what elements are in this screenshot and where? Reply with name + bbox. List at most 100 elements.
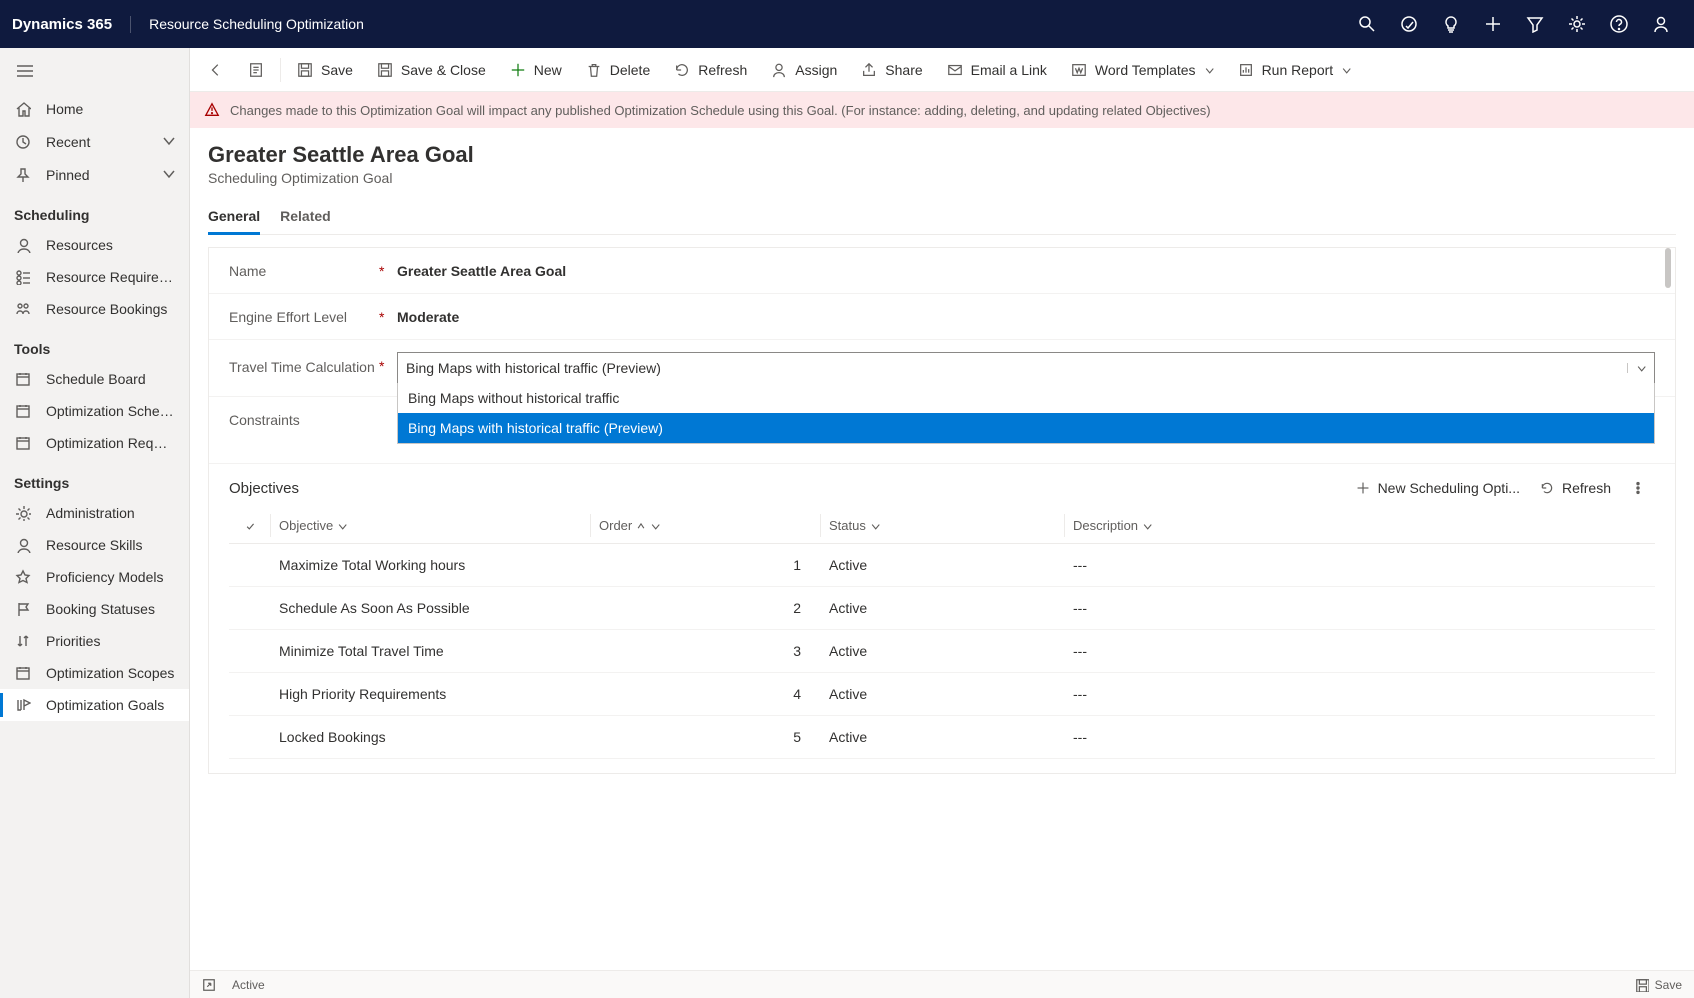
email-link-button[interactable]: Email a Link <box>937 56 1057 84</box>
nav-recent[interactable]: Recent <box>0 125 189 158</box>
chevron-down-icon <box>1204 62 1214 78</box>
cell-status: Active <box>821 725 1065 749</box>
nav-pinned[interactable]: Pinned <box>0 158 189 191</box>
nav-group-settings: Settings <box>0 459 189 497</box>
brand[interactable]: Dynamics 365 <box>12 16 131 33</box>
banner-text: Changes made to this Optimization Goal w… <box>230 103 1211 118</box>
col-description[interactable]: Description <box>1065 514 1655 537</box>
nav-item-resource-skills[interactable]: Resource Skills <box>0 529 189 561</box>
hamburger-icon[interactable] <box>0 58 189 93</box>
refresh-button[interactable]: Refresh <box>664 56 757 84</box>
travel-option-0[interactable]: Bing Maps without historical traffic <box>398 383 1654 413</box>
field-travel: Travel Time Calculation * Bing Maps with… <box>209 340 1675 397</box>
cell-status: Active <box>821 553 1065 577</box>
nav-item-booking-statuses[interactable]: Booking Statuses <box>0 593 189 625</box>
table-row[interactable]: Maximize Total Working hours 1 Active --… <box>229 544 1655 587</box>
cell-description: --- <box>1065 682 1655 706</box>
topbar: Dynamics 365 Resource Scheduling Optimiz… <box>0 0 1694 48</box>
search-icon[interactable] <box>1346 0 1388 48</box>
share-button[interactable]: Share <box>851 56 932 84</box>
cell-order: 2 <box>591 596 821 620</box>
calendar-icon <box>14 403 32 419</box>
tabs: General Related <box>208 200 1676 235</box>
footer-save-button[interactable]: Save <box>1635 978 1682 992</box>
more-objectives-button[interactable] <box>1621 477 1655 499</box>
delete-button[interactable]: Delete <box>576 56 660 84</box>
nav-item-optimization-schedu-[interactable]: Optimization Schedu... <box>0 395 189 427</box>
nav-group-tools: Tools <box>0 325 189 363</box>
expand-button[interactable] <box>202 978 216 992</box>
chevron-down-icon <box>161 166 175 183</box>
nav-item-priorities[interactable]: Priorities <box>0 625 189 657</box>
reqs-icon <box>14 269 32 285</box>
nav-item-schedule-board[interactable]: Schedule Board <box>0 363 189 395</box>
account-icon[interactable] <box>1640 0 1682 48</box>
settings-icon[interactable] <box>1556 0 1598 48</box>
scope-icon <box>14 665 32 681</box>
col-status[interactable]: Status <box>821 514 1065 537</box>
col-order[interactable]: Order <box>591 514 821 537</box>
nav-item-resource-requireme-[interactable]: Resource Requireme... <box>0 261 189 293</box>
grid-header: Objective Order Status Description <box>229 508 1655 544</box>
select-all[interactable] <box>229 514 271 537</box>
page-title: Greater Seattle Area Goal <box>208 142 1676 168</box>
cell-order: 5 <box>591 725 821 749</box>
cell-status: Active <box>821 639 1065 663</box>
page-subtitle: Scheduling Optimization Goal <box>208 170 1676 186</box>
cell-objective: Locked Bookings <box>271 725 591 749</box>
save-button[interactable]: Save <box>287 56 363 84</box>
objectives-title: Objectives <box>229 480 1346 497</box>
refresh-objectives-button[interactable]: Refresh <box>1530 476 1621 500</box>
sort-icon <box>14 633 32 649</box>
nav-item-optimization-requests[interactable]: Optimization Requests <box>0 427 189 459</box>
record-set-button[interactable] <box>238 56 274 84</box>
task-icon[interactable] <box>1388 0 1430 48</box>
cell-order: 3 <box>591 639 821 663</box>
new-button[interactable]: New <box>500 56 572 84</box>
nav-group-scheduling: Scheduling <box>0 191 189 229</box>
table-row[interactable]: Schedule As Soon As Possible 2 Active --… <box>229 587 1655 630</box>
back-button[interactable] <box>198 56 234 84</box>
effort-value[interactable]: Moderate <box>397 309 1655 325</box>
nav-item-optimization-goals[interactable]: Optimization Goals <box>0 689 189 721</box>
word-templates-button[interactable]: Word Templates <box>1061 56 1224 84</box>
assign-button[interactable]: Assign <box>761 56 847 84</box>
scrollbar[interactable] <box>1663 248 1673 773</box>
add-icon[interactable] <box>1472 0 1514 48</box>
flag-icon <box>14 601 32 617</box>
skills-icon <box>14 537 32 553</box>
cell-objective: Schedule As Soon As Possible <box>271 596 591 620</box>
table-row[interactable]: High Priority Requirements 4 Active --- <box>229 673 1655 716</box>
filter-icon[interactable] <box>1514 0 1556 48</box>
record-status: Active <box>232 978 265 992</box>
nav-item-resources[interactable]: Resources <box>0 229 189 261</box>
bookings-icon <box>14 301 32 317</box>
cell-order: 4 <box>591 682 821 706</box>
run-report-button[interactable]: Run Report <box>1228 56 1362 84</box>
cell-description: --- <box>1065 639 1655 663</box>
nav-home[interactable]: Home <box>0 93 189 125</box>
travel-dropdown[interactable]: Bing Maps with historical traffic (Previ… <box>397 352 1655 384</box>
table-row[interactable]: Locked Bookings 5 Active --- <box>229 716 1655 759</box>
nav-item-optimization-scopes[interactable]: Optimization Scopes <box>0 657 189 689</box>
cell-status: Active <box>821 682 1065 706</box>
nav-item-proficiency-models[interactable]: Proficiency Models <box>0 561 189 593</box>
col-objective[interactable]: Objective <box>271 514 591 537</box>
help-icon[interactable] <box>1598 0 1640 48</box>
cell-objective: High Priority Requirements <box>271 682 591 706</box>
tab-related[interactable]: Related <box>280 200 331 234</box>
sidenav: HomeRecentPinned SchedulingResourcesReso… <box>0 48 190 998</box>
nav-item-resource-bookings[interactable]: Resource Bookings <box>0 293 189 325</box>
cell-status: Active <box>821 596 1065 620</box>
insights-icon[interactable] <box>1430 0 1472 48</box>
name-value[interactable]: Greater Seattle Area Goal <box>397 263 1655 279</box>
chevron-down-icon <box>1341 62 1351 78</box>
nav-item-administration[interactable]: Administration <box>0 497 189 529</box>
new-objective-button[interactable]: New Scheduling Opti... <box>1346 476 1530 500</box>
calendar-icon <box>14 371 32 387</box>
travel-option-1[interactable]: Bing Maps with historical traffic (Previ… <box>398 413 1654 443</box>
tab-general[interactable]: General <box>208 200 260 235</box>
save-close-button[interactable]: Save & Close <box>367 56 496 84</box>
table-row[interactable]: Minimize Total Travel Time 3 Active --- <box>229 630 1655 673</box>
main-area: Save Save & Close New Delete Refresh Ass… <box>190 48 1694 998</box>
